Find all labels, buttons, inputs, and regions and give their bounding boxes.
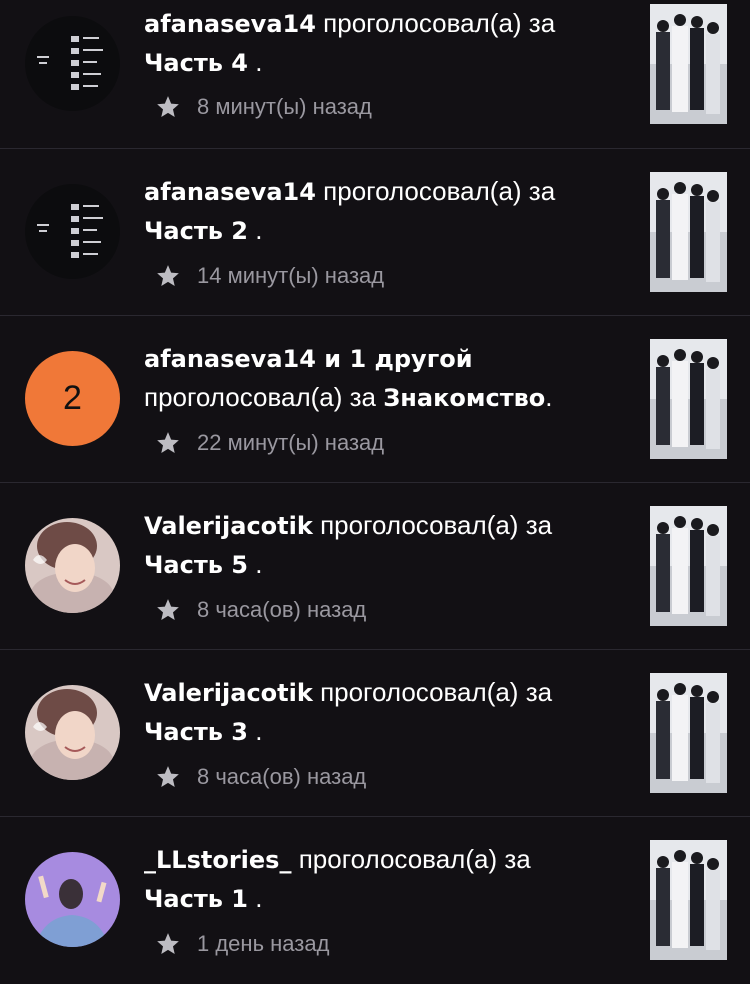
timestamp: 14 минут(ы) назад xyxy=(197,263,385,288)
action-text: проголосовал(а) за xyxy=(323,8,556,38)
notification-list: afanaseva14 проголосовал(а) за Часть 4 .… xyxy=(0,0,750,984)
star-icon xyxy=(157,432,179,453)
story-part-link[interactable]: Часть 5 xyxy=(144,551,248,579)
action-text: проголосовал(а) за xyxy=(323,176,556,206)
username[interactable]: Valerijacotik xyxy=(144,679,313,707)
timestamp: 1 день назад xyxy=(197,931,330,956)
list-item[interactable]: afanaseva14 проголосовал(а) за Часть 2 .… xyxy=(0,149,750,316)
punctuation: . xyxy=(247,883,263,913)
action-text: проголосовал(а) за xyxy=(144,382,377,412)
story-cover-image xyxy=(650,339,727,459)
star-icon xyxy=(157,599,179,620)
story-cover-thumbnail[interactable] xyxy=(650,840,727,960)
story-cover-image xyxy=(650,172,727,292)
user-avatar[interactable] xyxy=(25,518,120,613)
list-item[interactable]: afanaseva14 проголосовал(а) за Часть 4 .… xyxy=(0,0,750,149)
username[interactable]: afanaseva14 xyxy=(144,10,316,38)
star-icon xyxy=(157,265,179,286)
story-cover-image xyxy=(650,673,727,793)
action-text: проголосовал(а) за xyxy=(320,510,553,540)
star-icon xyxy=(157,766,179,787)
story-cover-thumbnail[interactable] xyxy=(650,673,727,793)
story-cover-thumbnail[interactable] xyxy=(650,506,727,626)
user-avatar[interactable] xyxy=(25,16,120,111)
story-part-link[interactable]: Часть 4 xyxy=(144,49,248,77)
purple-avatar-icon xyxy=(25,852,120,947)
user-avatar[interactable] xyxy=(25,852,120,947)
timestamp: 22 минут(ы) назад xyxy=(197,430,385,455)
punctuation: . xyxy=(545,382,553,412)
story-cover-thumbnail[interactable] xyxy=(650,339,727,459)
story-cover-image xyxy=(650,506,727,626)
punctuation: . xyxy=(247,549,263,579)
playlist-avatar-icon xyxy=(25,184,120,279)
girl-photo-avatar-icon xyxy=(25,518,120,613)
story-part-link[interactable]: Знакомство xyxy=(383,384,545,412)
user-avatar[interactable] xyxy=(25,685,120,780)
username[interactable]: _LLstories_ xyxy=(144,846,291,874)
timestamp: 8 часа(ов) назад xyxy=(197,597,367,622)
star-icon xyxy=(157,933,179,954)
story-part-link[interactable]: Часть 2 xyxy=(144,217,248,245)
punctuation: . xyxy=(247,716,263,746)
playlist-avatar-icon xyxy=(25,16,120,111)
grouped-users-avatar[interactable]: 2 xyxy=(25,351,120,446)
story-cover-image xyxy=(650,840,727,960)
story-cover-image xyxy=(650,4,727,124)
story-part-link[interactable]: Часть 1 xyxy=(144,885,248,913)
story-part-link[interactable]: Часть 3 xyxy=(144,718,248,746)
story-cover-thumbnail[interactable] xyxy=(650,4,727,124)
list-item[interactable]: Valerijacotik проголосовал(а) за Часть 3… xyxy=(0,650,750,817)
story-cover-thumbnail[interactable] xyxy=(650,172,727,292)
list-item[interactable]: 2 afanaseva14 и 1 другой проголосовал(а)… xyxy=(0,316,750,483)
punctuation: . xyxy=(247,215,263,245)
punctuation: . xyxy=(247,47,263,77)
action-text: проголосовал(а) за xyxy=(320,677,553,707)
star-icon xyxy=(157,96,179,117)
username[interactable]: afanaseva14 и 1 другой xyxy=(144,345,473,373)
timestamp: 8 минут(ы) назад xyxy=(197,94,372,119)
username[interactable]: afanaseva14 xyxy=(144,178,316,206)
list-item[interactable]: _LLstories_ проголосовал(а) за Часть 1 .… xyxy=(0,817,750,984)
list-item[interactable]: Valerijacotik проголосовал(а) за Часть 5… xyxy=(0,483,750,650)
girl-photo-avatar-icon xyxy=(25,685,120,780)
username[interactable]: Valerijacotik xyxy=(144,512,313,540)
user-count: 2 xyxy=(63,379,82,417)
user-avatar[interactable] xyxy=(25,184,120,279)
action-text: проголосовал(а) за xyxy=(298,844,531,874)
timestamp: 8 часа(ов) назад xyxy=(197,764,367,789)
